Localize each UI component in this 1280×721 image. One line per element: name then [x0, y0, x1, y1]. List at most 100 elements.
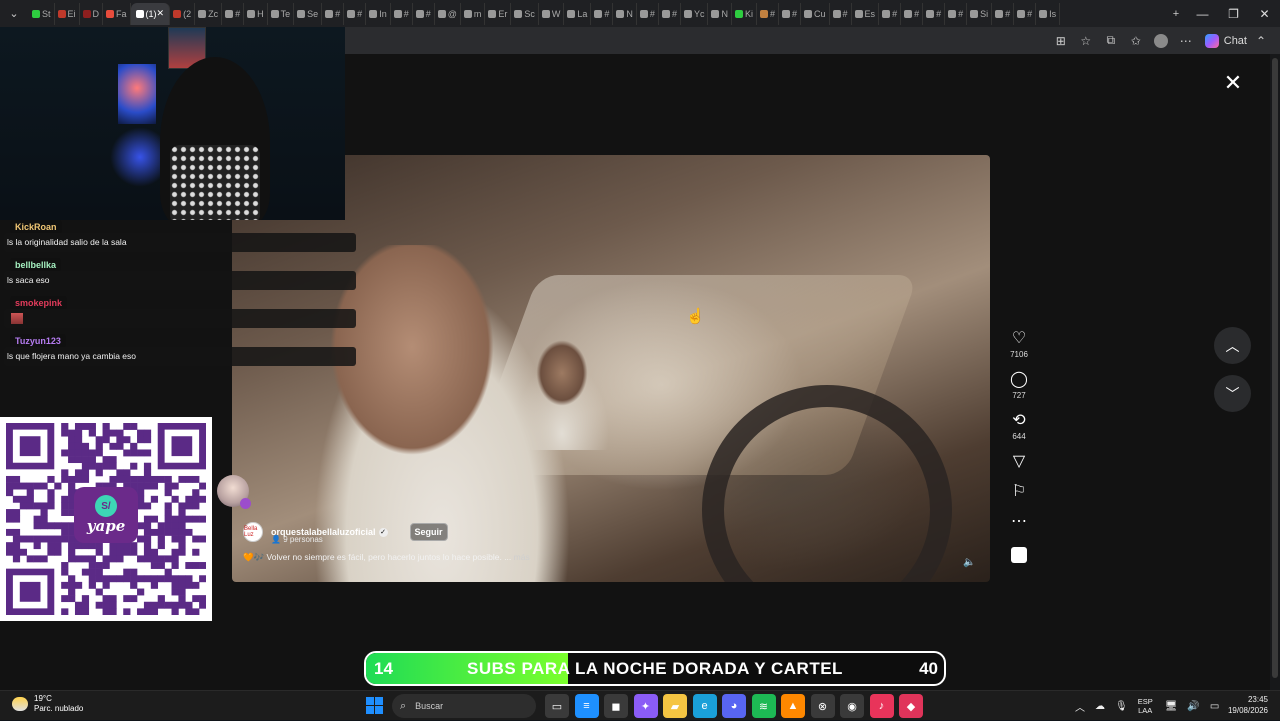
tab-29[interactable]: #	[757, 2, 779, 25]
onedrive-icon[interactable]: ☁	[1095, 701, 1105, 712]
discord-icon[interactable]: ◕	[722, 694, 746, 718]
tab-22[interactable]: #	[591, 2, 614, 25]
tab-14[interactable]: #	[391, 2, 413, 25]
tab-list-chevron-icon[interactable]: ⌄	[3, 3, 25, 25]
page-scrollbar[interactable]	[1270, 54, 1280, 690]
previous-post-button[interactable]: ︿	[1214, 327, 1251, 364]
tab-8[interactable]: H	[244, 2, 268, 25]
more-options-button[interactable]: ⋯	[1011, 513, 1027, 531]
tab-19[interactable]: Sc	[511, 2, 539, 25]
tab-32[interactable]: #	[830, 2, 852, 25]
app-available-icon[interactable]: ⊞	[1050, 30, 1072, 52]
language-indicator[interactable]: ESP LAA	[1138, 697, 1153, 715]
spotify-icon[interactable]: ≋	[751, 694, 776, 718]
task-view-icon[interactable]: ▭	[545, 694, 569, 718]
share-button[interactable]: ▽	[1013, 453, 1025, 471]
tiktok-icon[interactable]: ♪	[869, 694, 894, 718]
tab-15[interactable]: #	[413, 2, 435, 25]
close-window-icon[interactable]: ✕	[1249, 0, 1280, 27]
tab-0[interactable]: St	[29, 2, 55, 25]
taskbar-clock[interactable]: 23:45 19/08/2026	[1228, 694, 1268, 716]
audio-thumbnail[interactable]	[1011, 547, 1027, 563]
battery-icon[interactable]: ▭	[1210, 701, 1219, 712]
tab-40[interactable]: #	[1014, 2, 1037, 25]
more-link[interactable]: más	[514, 552, 530, 562]
microphone-icon[interactable]: 🎙	[1115, 701, 1128, 712]
like-button[interactable]: ♡ 7106	[1010, 330, 1028, 359]
tab-10[interactable]: Se	[294, 2, 323, 25]
tab-34[interactable]: #	[879, 2, 902, 25]
yape-qr-code: S/ yape	[0, 417, 212, 621]
weather-widget[interactable]: 19°C Parc. nublado	[12, 694, 83, 714]
tab-20[interactable]: W	[539, 2, 565, 25]
tab-4[interactable]: (1) ✕	[130, 2, 171, 25]
tab-30[interactable]: #	[779, 2, 802, 25]
tab-11[interactable]: #	[322, 2, 345, 25]
new-tab-button[interactable]: +	[1165, 3, 1187, 25]
network-icon[interactable]: 🖥	[1165, 701, 1178, 712]
tab-25[interactable]: #	[659, 2, 681, 25]
tab-2[interactable]: D	[80, 2, 104, 25]
tab-27[interactable]: N	[708, 2, 732, 25]
tab-36[interactable]: #	[923, 2, 946, 25]
next-post-button[interactable]: ﹀	[1214, 375, 1251, 412]
tab-33[interactable]: Es	[852, 2, 880, 25]
tab-35[interactable]: #	[901, 2, 924, 25]
speaker-icon[interactable]: 🔊	[1187, 701, 1199, 712]
xbox-icon[interactable]: ⊗	[810, 694, 835, 718]
close-viewer-icon[interactable]: ✕	[1220, 70, 1246, 96]
edge-icon[interactable]: e	[692, 694, 717, 718]
pink-app-icon[interactable]: ◆	[899, 694, 923, 718]
tab-12[interactable]: #	[344, 2, 367, 25]
tab-28[interactable]: Ki	[732, 2, 757, 25]
start-button[interactable]	[366, 697, 383, 714]
tab-26[interactable]: Yc	[681, 2, 709, 25]
tab-16[interactable]: @	[435, 2, 461, 25]
scrollbar-thumb[interactable]	[1272, 58, 1278, 678]
minimize-icon[interactable]: —	[1187, 0, 1218, 27]
tab-31[interactable]: Cu	[801, 2, 830, 25]
tab-24[interactable]: #	[637, 2, 659, 25]
tab-6[interactable]: Zc	[195, 2, 223, 25]
file-explorer-icon[interactable]: ▰	[663, 694, 687, 718]
notepad-icon[interactable]: ≡	[574, 694, 599, 718]
close-tab-icon[interactable]: ✕	[157, 8, 165, 19]
copilot-chat-button[interactable]: Chat	[1204, 33, 1247, 48]
save-button[interactable]: ⚐	[1012, 483, 1026, 501]
tab-7[interactable]: #	[222, 2, 245, 25]
profile-avatar[interactable]	[1150, 30, 1172, 52]
tab-21[interactable]: La	[564, 2, 592, 25]
tab-17[interactable]: m	[461, 2, 486, 25]
tab-41[interactable]: Is	[1036, 2, 1061, 25]
caption-text: 🧡🎶 Volver no siempre es fácil, pero hace…	[243, 552, 512, 562]
tagged-people[interactable]: 👤 9 personas	[271, 535, 323, 544]
store-icon[interactable]: ◼	[604, 694, 628, 718]
copilot-icon[interactable]: ✦	[633, 694, 658, 718]
tab-18[interactable]: Er	[485, 2, 512, 25]
tab-1[interactable]: Ei	[55, 2, 80, 25]
sidebar-chevron-icon[interactable]: ⌃	[1250, 30, 1272, 52]
follow-button[interactable]: Seguir	[409, 523, 448, 541]
comment-button[interactable]: ◯ 727	[1010, 371, 1028, 400]
tab-9[interactable]: Te	[268, 2, 295, 25]
more-menu-icon[interactable]: ⋯	[1175, 30, 1197, 52]
tray-chevron-icon[interactable]: ︿	[1075, 699, 1085, 714]
tab-3[interactable]: Fa	[103, 2, 131, 25]
repost-button[interactable]: ⟲ 644	[1012, 412, 1025, 441]
favorites-icon[interactable]: ✩	[1125, 30, 1147, 52]
account-avatar[interactable]: Bella Luz	[243, 522, 263, 542]
tab-37[interactable]: #	[945, 2, 968, 25]
extensions-icon[interactable]: ⧉	[1100, 30, 1122, 52]
vlc-icon[interactable]: ▲	[781, 694, 805, 718]
tab-39[interactable]: #	[992, 2, 1015, 25]
tab-38[interactable]: Si	[967, 2, 993, 25]
tab-23[interactable]: N	[613, 2, 637, 25]
tab-13[interactable]: In	[366, 2, 391, 25]
volume-icon[interactable]: 🔈	[963, 557, 975, 568]
taskbar-search[interactable]: ⌕ Buscar	[392, 694, 536, 718]
obs-icon[interactable]: ◉	[840, 694, 864, 718]
qr-module	[47, 535, 55, 543]
favorite-star-icon[interactable]: ☆	[1075, 30, 1097, 52]
restore-icon[interactable]: ❐	[1218, 0, 1249, 27]
tab-5[interactable]: (2	[170, 2, 196, 25]
